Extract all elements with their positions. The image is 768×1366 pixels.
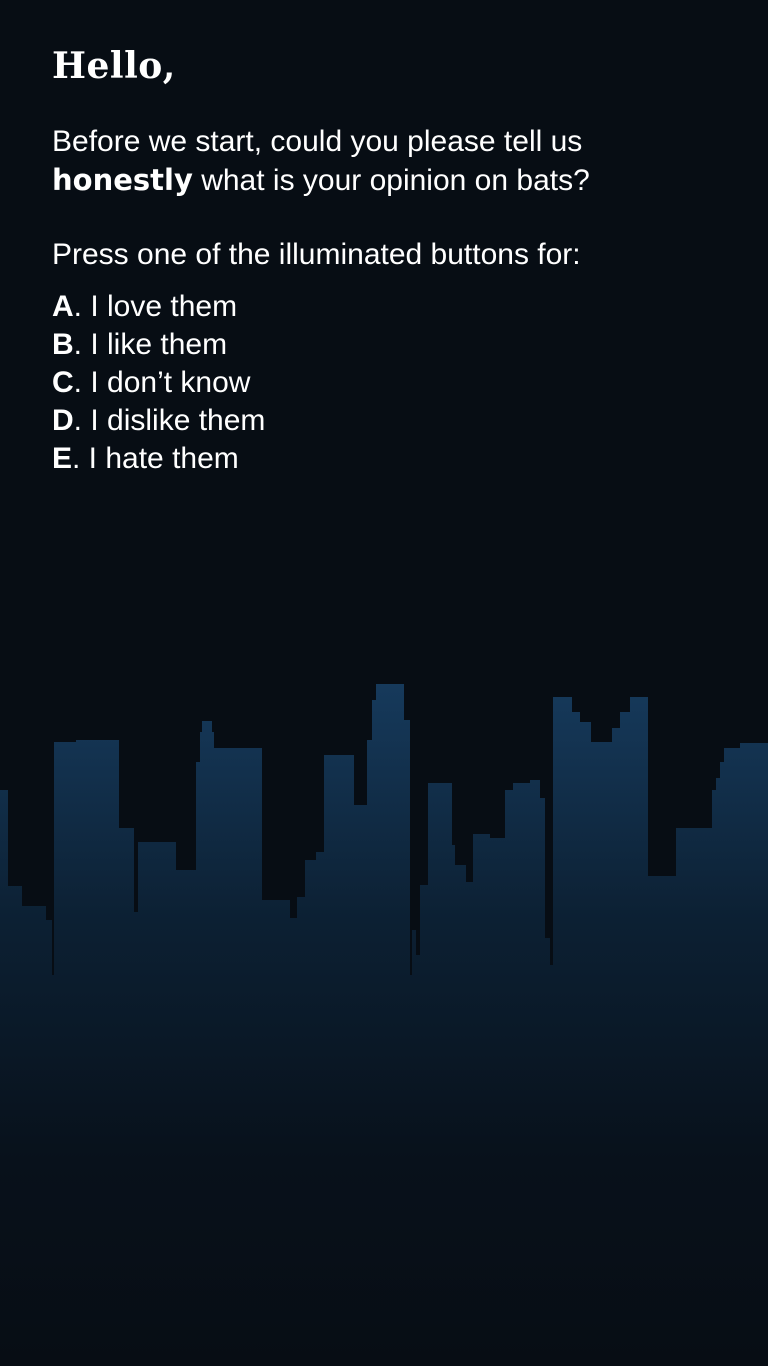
option-letter: D (52, 404, 74, 437)
option-letter: E (52, 442, 73, 475)
instruction-text: Press one of the illuminated buttons for… (52, 238, 581, 271)
skyline-silhouette (0, 684, 768, 1366)
intro-text-line-1: Before we start, could you please tell u… (52, 125, 583, 158)
intro-text-line-2: what is your opinion on bats? (192, 164, 590, 197)
option-letter: C (52, 366, 74, 399)
intro-question: Before we start, could you please tell u… (52, 122, 732, 200)
survey-content: Hello, Before we start, could you please… (52, 40, 732, 478)
option-label: . I like them (73, 328, 228, 361)
option-letter: A (52, 290, 74, 323)
option-b: B. I like them (52, 326, 732, 364)
option-label: . I love them (73, 290, 238, 323)
intro-emphasis: honestly (52, 163, 193, 197)
option-d: D. I dislike them (52, 402, 732, 440)
greeting-heading: Hello, (52, 45, 176, 87)
answer-options-list: A. I love them B. I like them C. I don’t… (52, 288, 732, 478)
option-e: E. I hate them (52, 440, 732, 478)
option-label: . I dislike them (73, 404, 266, 437)
survey-screen: Hello, Before we start, could you please… (0, 0, 768, 1366)
option-label: . I hate them (72, 442, 239, 475)
option-letter: B (52, 328, 74, 361)
option-label: . I don’t know (73, 366, 251, 399)
option-c: C. I don’t know (52, 364, 732, 402)
option-a: A. I love them (52, 288, 732, 326)
